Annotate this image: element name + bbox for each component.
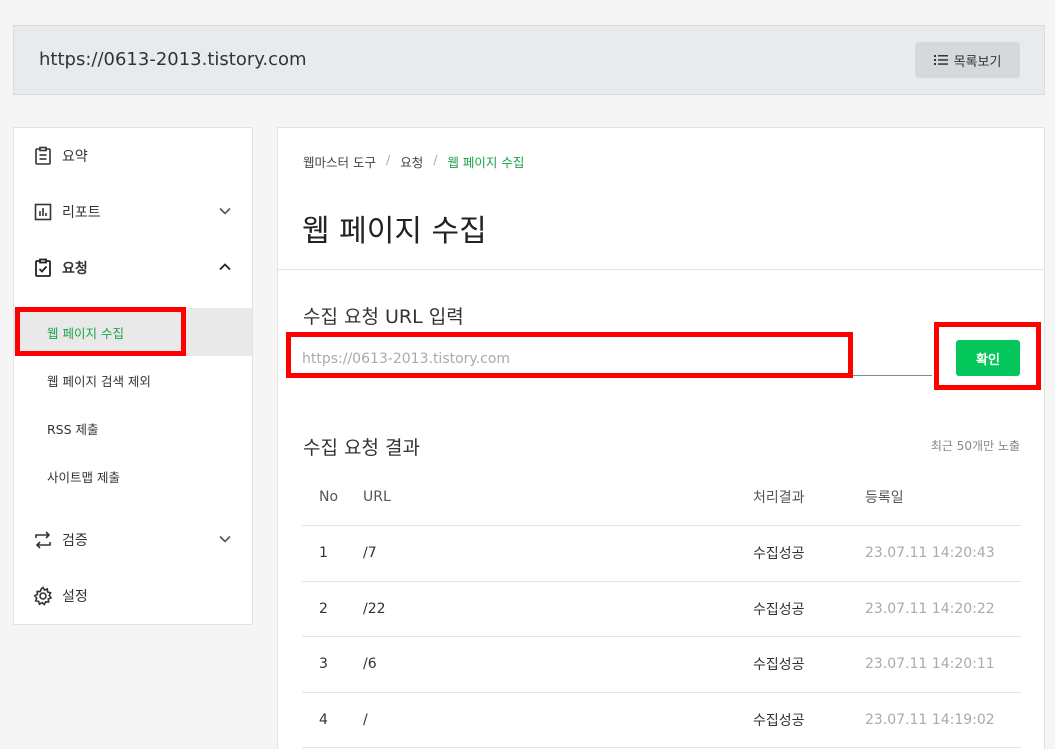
sidebar-item-label: 요약 bbox=[62, 149, 88, 165]
breadcrumb-separator: / bbox=[385, 152, 391, 167]
sidebar-subitem-rss[interactable]: RSS 제출 bbox=[14, 404, 252, 452]
sidebar-subitem-sitemap[interactable]: 사이트맵 제출 bbox=[14, 452, 252, 500]
chevron-up-icon bbox=[219, 263, 231, 271]
result-section-title: 수집 요청 결과 bbox=[303, 437, 420, 459]
header-result: 처리결과 bbox=[753, 489, 805, 506]
input-section-title: 수집 요청 URL 입력 bbox=[303, 306, 464, 328]
list-icon bbox=[933, 55, 948, 65]
cell-url: /7 bbox=[363, 545, 377, 562]
table-header: No URL 처리결과 등록일 bbox=[302, 468, 1021, 526]
header-no: No bbox=[319, 488, 339, 505]
sidebar-item-report[interactable]: 리포트 bbox=[14, 184, 252, 240]
site-bar: https://0613-2013.tistory.com 목록보기 bbox=[13, 25, 1045, 95]
sidebar-item-label: 리포트 bbox=[62, 205, 101, 221]
page-title: 웹 페이지 수집 bbox=[302, 214, 487, 249]
table-row: 3 /6 수집성공 23.07.11 14:20:11 bbox=[302, 637, 1021, 693]
table-row: 2 /22 수집성공 23.07.11 14:20:22 bbox=[302, 582, 1021, 637]
table-row: 4 / 수집성공 23.07.11 14:19:02 bbox=[302, 693, 1021, 748]
sidebar-item-label: 설정 bbox=[62, 589, 88, 605]
breadcrumb-item[interactable]: 웹마스터 도구 bbox=[303, 152, 376, 171]
cell-date: 23.07.11 14:19:02 bbox=[865, 711, 995, 728]
result-hint: 최근 50개만 노출 bbox=[930, 439, 1020, 453]
header-date: 등록일 bbox=[865, 489, 904, 506]
sidebar-item-summary[interactable]: 요약 bbox=[14, 128, 252, 184]
sidebar-item-request[interactable]: 요청 bbox=[14, 240, 252, 296]
result-table: No URL 처리결과 등록일 1 /7 수집성공 23.07.11 14:20… bbox=[302, 468, 1021, 748]
cell-result: 수집성공 bbox=[753, 546, 805, 563]
cell-date: 23.07.11 14:20:43 bbox=[865, 545, 995, 562]
cell-no: 3 bbox=[319, 656, 328, 673]
breadcrumb-item[interactable]: 요청 bbox=[400, 152, 423, 171]
url-input[interactable] bbox=[302, 342, 932, 376]
cell-no: 1 bbox=[319, 545, 328, 562]
sidebar: 요약 리포트 요청 웹 페이지 수집 웹 페이지 검색 제외 RSS 제출 사이… bbox=[13, 127, 253, 625]
cell-url: /6 bbox=[363, 656, 377, 673]
divider bbox=[278, 269, 1044, 270]
cell-url: /22 bbox=[363, 600, 386, 617]
cell-no: 2 bbox=[319, 600, 328, 617]
header-url: URL bbox=[363, 488, 391, 505]
site-url: https://0613-2013.tistory.com bbox=[39, 49, 307, 70]
cell-no: 4 bbox=[319, 711, 328, 728]
swap-icon bbox=[32, 529, 54, 551]
clipboard-check-icon bbox=[32, 257, 54, 279]
breadcrumb-separator: / bbox=[433, 152, 438, 167]
sidebar-item-label: 요청 bbox=[62, 261, 88, 277]
list-view-label: 목록보기 bbox=[953, 54, 1002, 70]
clipboard-icon bbox=[32, 145, 54, 167]
chevron-down-icon bbox=[219, 535, 231, 543]
confirm-button[interactable]: 확인 bbox=[956, 340, 1020, 376]
chevron-down-icon bbox=[219, 207, 231, 215]
cell-url: / bbox=[363, 711, 368, 728]
cell-result: 수집성공 bbox=[753, 657, 805, 674]
chart-icon bbox=[32, 201, 54, 223]
main-panel: 웹마스터 도구 / 요청 / 웹 페이지 수집 웹 페이지 수집 수집 요청 U… bbox=[277, 127, 1045, 749]
breadcrumb-current: 웹 페이지 수집 bbox=[447, 155, 525, 170]
cell-date: 23.07.11 14:20:11 bbox=[865, 656, 995, 673]
sidebar-item-label: 검증 bbox=[62, 533, 88, 549]
sidebar-item-settings[interactable]: 설정 bbox=[14, 568, 252, 624]
table-row: 1 /7 수집성공 23.07.11 14:20:43 bbox=[302, 526, 1021, 582]
list-view-button[interactable]: 목록보기 bbox=[915, 42, 1020, 78]
sidebar-subitem-web-page-exclude[interactable]: 웹 페이지 검색 제외 bbox=[14, 356, 252, 404]
gear-icon bbox=[32, 585, 54, 607]
cell-date: 23.07.11 14:20:22 bbox=[865, 600, 995, 617]
breadcrumb: 웹마스터 도구 / 요청 / 웹 페이지 수집 bbox=[303, 152, 524, 171]
cell-result: 수집성공 bbox=[753, 712, 805, 729]
cell-result: 수집성공 bbox=[753, 601, 805, 618]
sidebar-item-verify[interactable]: 검증 bbox=[14, 512, 252, 568]
sidebar-subitem-web-page-collect[interactable]: 웹 페이지 수집 bbox=[14, 308, 252, 356]
